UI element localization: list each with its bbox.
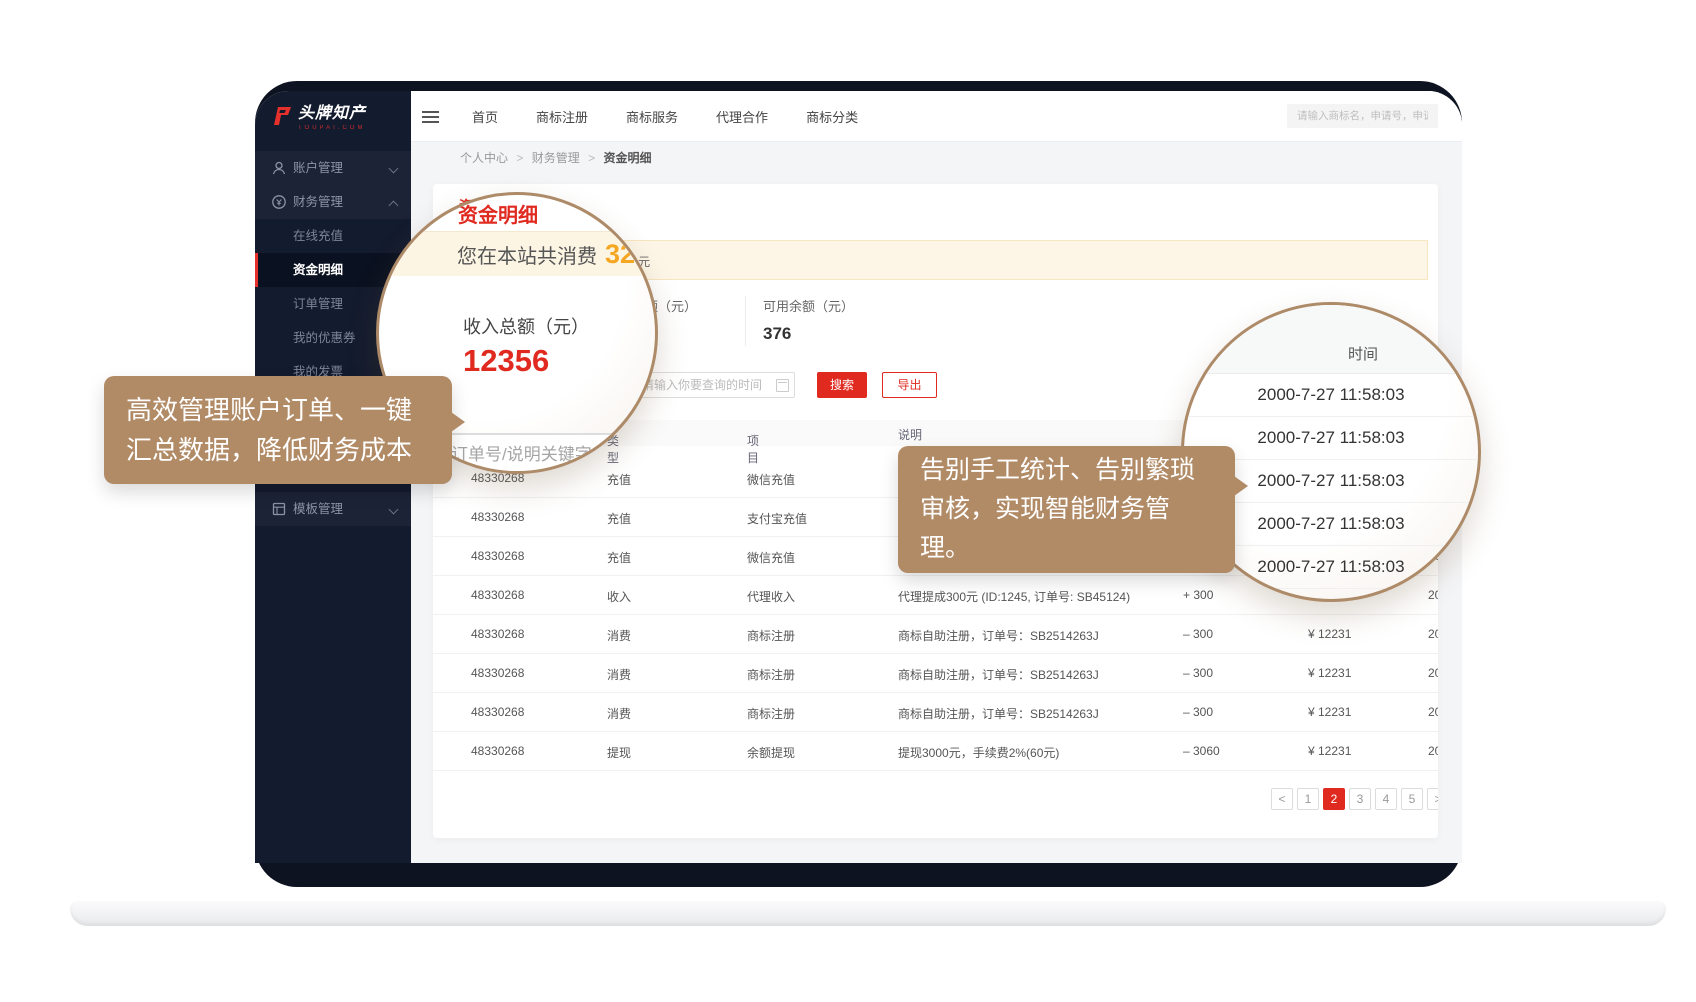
callout-right: 告别手工统计、告别繁琐 审核，实现智能财务管 理。 [898,446,1235,573]
nav-item-trademark-service[interactable]: 商标服务 [626,107,678,126]
breadcrumb: 个人中心 > 财务管理 > 资金明细 [460,149,651,166]
stat-divider [745,296,746,346]
pagination-next-button[interactable]: > [1427,788,1438,810]
export-button[interactable]: 导出 [882,372,937,398]
finance-icon [271,194,287,210]
chevron-down-icon [389,164,399,174]
brand-name: 头牌知产 [298,105,366,123]
stat-balance: 可用余额（元） 376 [763,296,854,344]
hamburger-menu-icon[interactable] [422,108,439,126]
laptop-base [70,901,1666,926]
magnified-time-header: 时间 [1184,305,1478,374]
sidebar-item-label: 订单管理 [293,287,343,321]
pagination-page-2-active[interactable]: 2 [1323,788,1345,810]
magnified-income-label: 收入总额（元） [463,313,589,339]
magnified-keyword-input: 订单号/说明关键字 [437,433,658,474]
sort-caret-icon: ∨ [750,432,756,441]
header-desc: 说明 [898,426,922,443]
trademark-search-input[interactable] [1287,104,1438,128]
sidebar-item-label: 资金明细 [293,253,343,287]
sidebar-item-account[interactable]: 账户管理 [255,151,411,185]
pagination-page-4[interactable]: 4 [1375,788,1397,810]
calendar-icon[interactable] [776,379,789,392]
stage: 头牌知产 TOUPAI.COM 账户管理 [0,0,1696,1002]
sidebar-item-template[interactable]: 模板管理 [255,492,411,526]
magnified-income-value: 12356 [463,343,549,379]
table-row: 48330268提现余额提现提现3000元，手续费2%(60元)– 3060¥ … [433,731,1438,771]
magnified-page-title: 资金明细 [458,199,538,228]
brand-logo[interactable]: 头牌知产 TOUPAI.COM [271,105,366,131]
table-row: 48330268消费商标注册商标自助注册，订单号：SB2514263J– 300… [433,614,1438,654]
chevron-up-icon [389,201,399,211]
search-button[interactable]: 搜索 [817,372,867,398]
sidebar-item-label: 账户管理 [293,151,343,185]
breadcrumb-item[interactable]: 个人中心 [460,151,508,165]
nav-item-home[interactable]: 首页 [472,107,498,126]
magnified-banner: 您在本站共消费32124 [376,231,658,276]
chevron-down-icon [389,505,399,515]
sidebar-item-label: 财务管理 [293,185,343,219]
pagination-prev-button[interactable]: < [1271,788,1293,810]
template-icon [271,501,287,517]
pagination: < 1 2 3 4 5 > [1271,788,1438,810]
user-icon [271,160,287,176]
table-row: 48330268消费商标注册商标自助注册，订单号：SB2514263J– 300… [433,653,1438,693]
brand-flag-icon [271,105,293,127]
nav-item-trademark-register[interactable]: 商标注册 [536,107,588,126]
sidebar-item-label: 模板管理 [293,492,343,526]
magnified-time-row: 2000-7-27 11:58:03 [1184,373,1478,417]
callout-arrow-right-icon [451,412,465,432]
time-input[interactable] [633,372,795,398]
table-row: 48330268消费商标注册商标自助注册，订单号：SB2514263J– 300… [433,692,1438,732]
sidebar-item-finance[interactable]: 财务管理 [255,185,411,219]
callout-arrow-right-icon [1234,476,1248,496]
breadcrumb-item-current: 资金明细 [603,151,651,165]
brand-subname: TOUPAI.COM [298,125,366,131]
breadcrumb-item[interactable]: 财务管理 [532,151,580,165]
nav-item-trademark-class[interactable]: 商标分类 [806,107,858,126]
sidebar-item-label: 我的优惠券 [293,321,356,355]
nav-item-agent-coop[interactable]: 代理合作 [716,107,768,126]
pagination-page-5[interactable]: 5 [1401,788,1423,810]
callout-left: 高效管理账户订单、一键 汇总数据，降低财务成本 [104,376,452,484]
pagination-page-3[interactable]: 3 [1349,788,1371,810]
top-nav: 首页 商标注册 商标服务 代理合作 商标分类 [411,91,1462,142]
pagination-page-1[interactable]: 1 [1297,788,1319,810]
sidebar-item-label: 在线充值 [293,219,343,253]
